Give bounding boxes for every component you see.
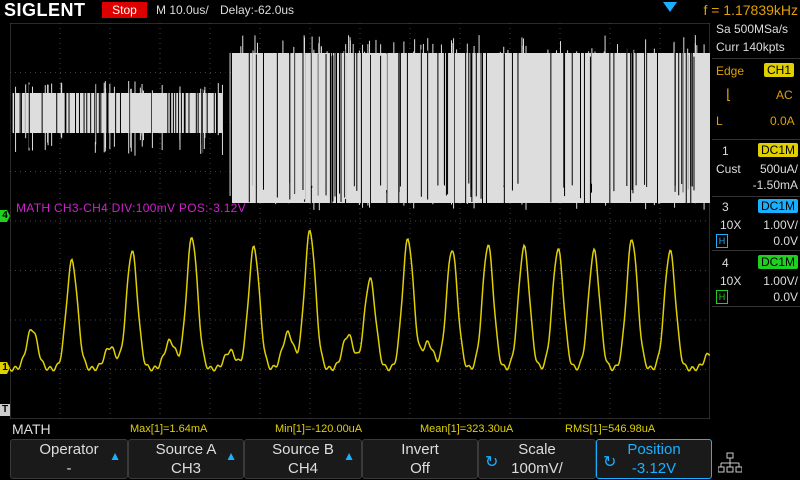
knob-icon: ↻ <box>485 454 499 471</box>
channel-scale: 1.00V/ <box>763 274 798 288</box>
trigger-level-marker-icon[interactable]: T <box>0 404 10 416</box>
softkey-operator[interactable]: Operator - ▲ <box>10 439 128 479</box>
memory-depth: Curr 140kpts <box>716 40 785 54</box>
run-stop-status[interactable]: Stop <box>102 2 147 18</box>
arrow-up-icon: ▲ <box>343 449 355 463</box>
trigger-level-label: L <box>716 114 723 128</box>
frequency-counter: f = 1.17839kHz <box>703 2 798 18</box>
channel-offset: 0.0V <box>773 234 798 248</box>
channel-coupling-badge: DC1M <box>758 255 799 269</box>
channel-probe: 10X <box>720 274 742 288</box>
channel-probe: Cust <box>716 162 741 176</box>
measurement-max[interactable]: Max[1]=1.64mA <box>130 423 207 436</box>
channel-offset: 0.0V <box>773 290 798 304</box>
trigger-position-marker-icon <box>663 2 677 12</box>
channel-offset: -1.50mA <box>752 178 798 192</box>
softkey-label: Invert <box>401 441 439 458</box>
softkey-value: Off <box>410 460 430 477</box>
channel-number: 4 <box>722 256 729 270</box>
softkey-invert[interactable]: Invert Off <box>362 439 478 479</box>
trigger-type: Edge <box>716 64 745 78</box>
delay-readout[interactable]: Delay:-62.0us <box>220 2 294 18</box>
softkey-position[interactable]: ↻ Position -3.12V <box>596 439 712 479</box>
measurement-bar <box>0 420 800 438</box>
menu-title: MATH <box>12 421 51 437</box>
network-icon[interactable] <box>717 452 743 474</box>
channel-coupling-badge: DC1M <box>758 143 799 157</box>
waveform-display[interactable] <box>10 23 710 419</box>
channel-scale: 1.00V/ <box>763 218 798 232</box>
measurement-min[interactable]: Min[1]=-120.00uA <box>275 423 362 436</box>
rising-edge-icon: ⌊ <box>726 86 732 102</box>
softkey-source-a[interactable]: Source A CH3 ▲ <box>128 439 244 479</box>
channel-number: 1 <box>722 144 729 158</box>
trigger-source-badge: CH1 <box>764 63 795 77</box>
trigger-level: 0.0A <box>770 114 795 128</box>
bandwidth-limit-icon: H <box>716 290 728 304</box>
arrow-up-icon: ▲ <box>225 449 237 463</box>
timebase-readout[interactable]: M 10.0us/ <box>156 2 209 18</box>
measurement-rms[interactable]: RMS[1]=546.98uA <box>565 423 655 436</box>
softkey-source-b[interactable]: Source B CH4 ▲ <box>244 439 362 479</box>
trigger-coupling: AC <box>776 88 793 102</box>
sample-rate: Sa 500MSa/s <box>716 22 789 36</box>
knob-icon: ↻ <box>603 454 617 471</box>
ch1-marker-icon[interactable]: 1 <box>0 362 10 374</box>
channel-number: 3 <box>722 200 729 214</box>
brand-logo: SIGLENT <box>4 0 86 20</box>
channel-scale: 500uA/ <box>759 162 798 176</box>
math-setup-info: MATH CH3-CH4 DIV:100mV POS:-3.12V <box>16 201 246 215</box>
bandwidth-limit-icon: H <box>716 234 728 248</box>
channel-probe: 10X <box>720 218 742 232</box>
arrow-up-icon: ▲ <box>109 449 121 463</box>
channel-coupling-badge: DC1M <box>758 199 799 213</box>
softkey-scale[interactable]: ↻ Scale 100mV/ <box>478 439 596 479</box>
measurement-mean[interactable]: Mean[1]=323.30uA <box>420 423 513 436</box>
ch4-marker-icon[interactable]: 4 <box>0 210 10 222</box>
